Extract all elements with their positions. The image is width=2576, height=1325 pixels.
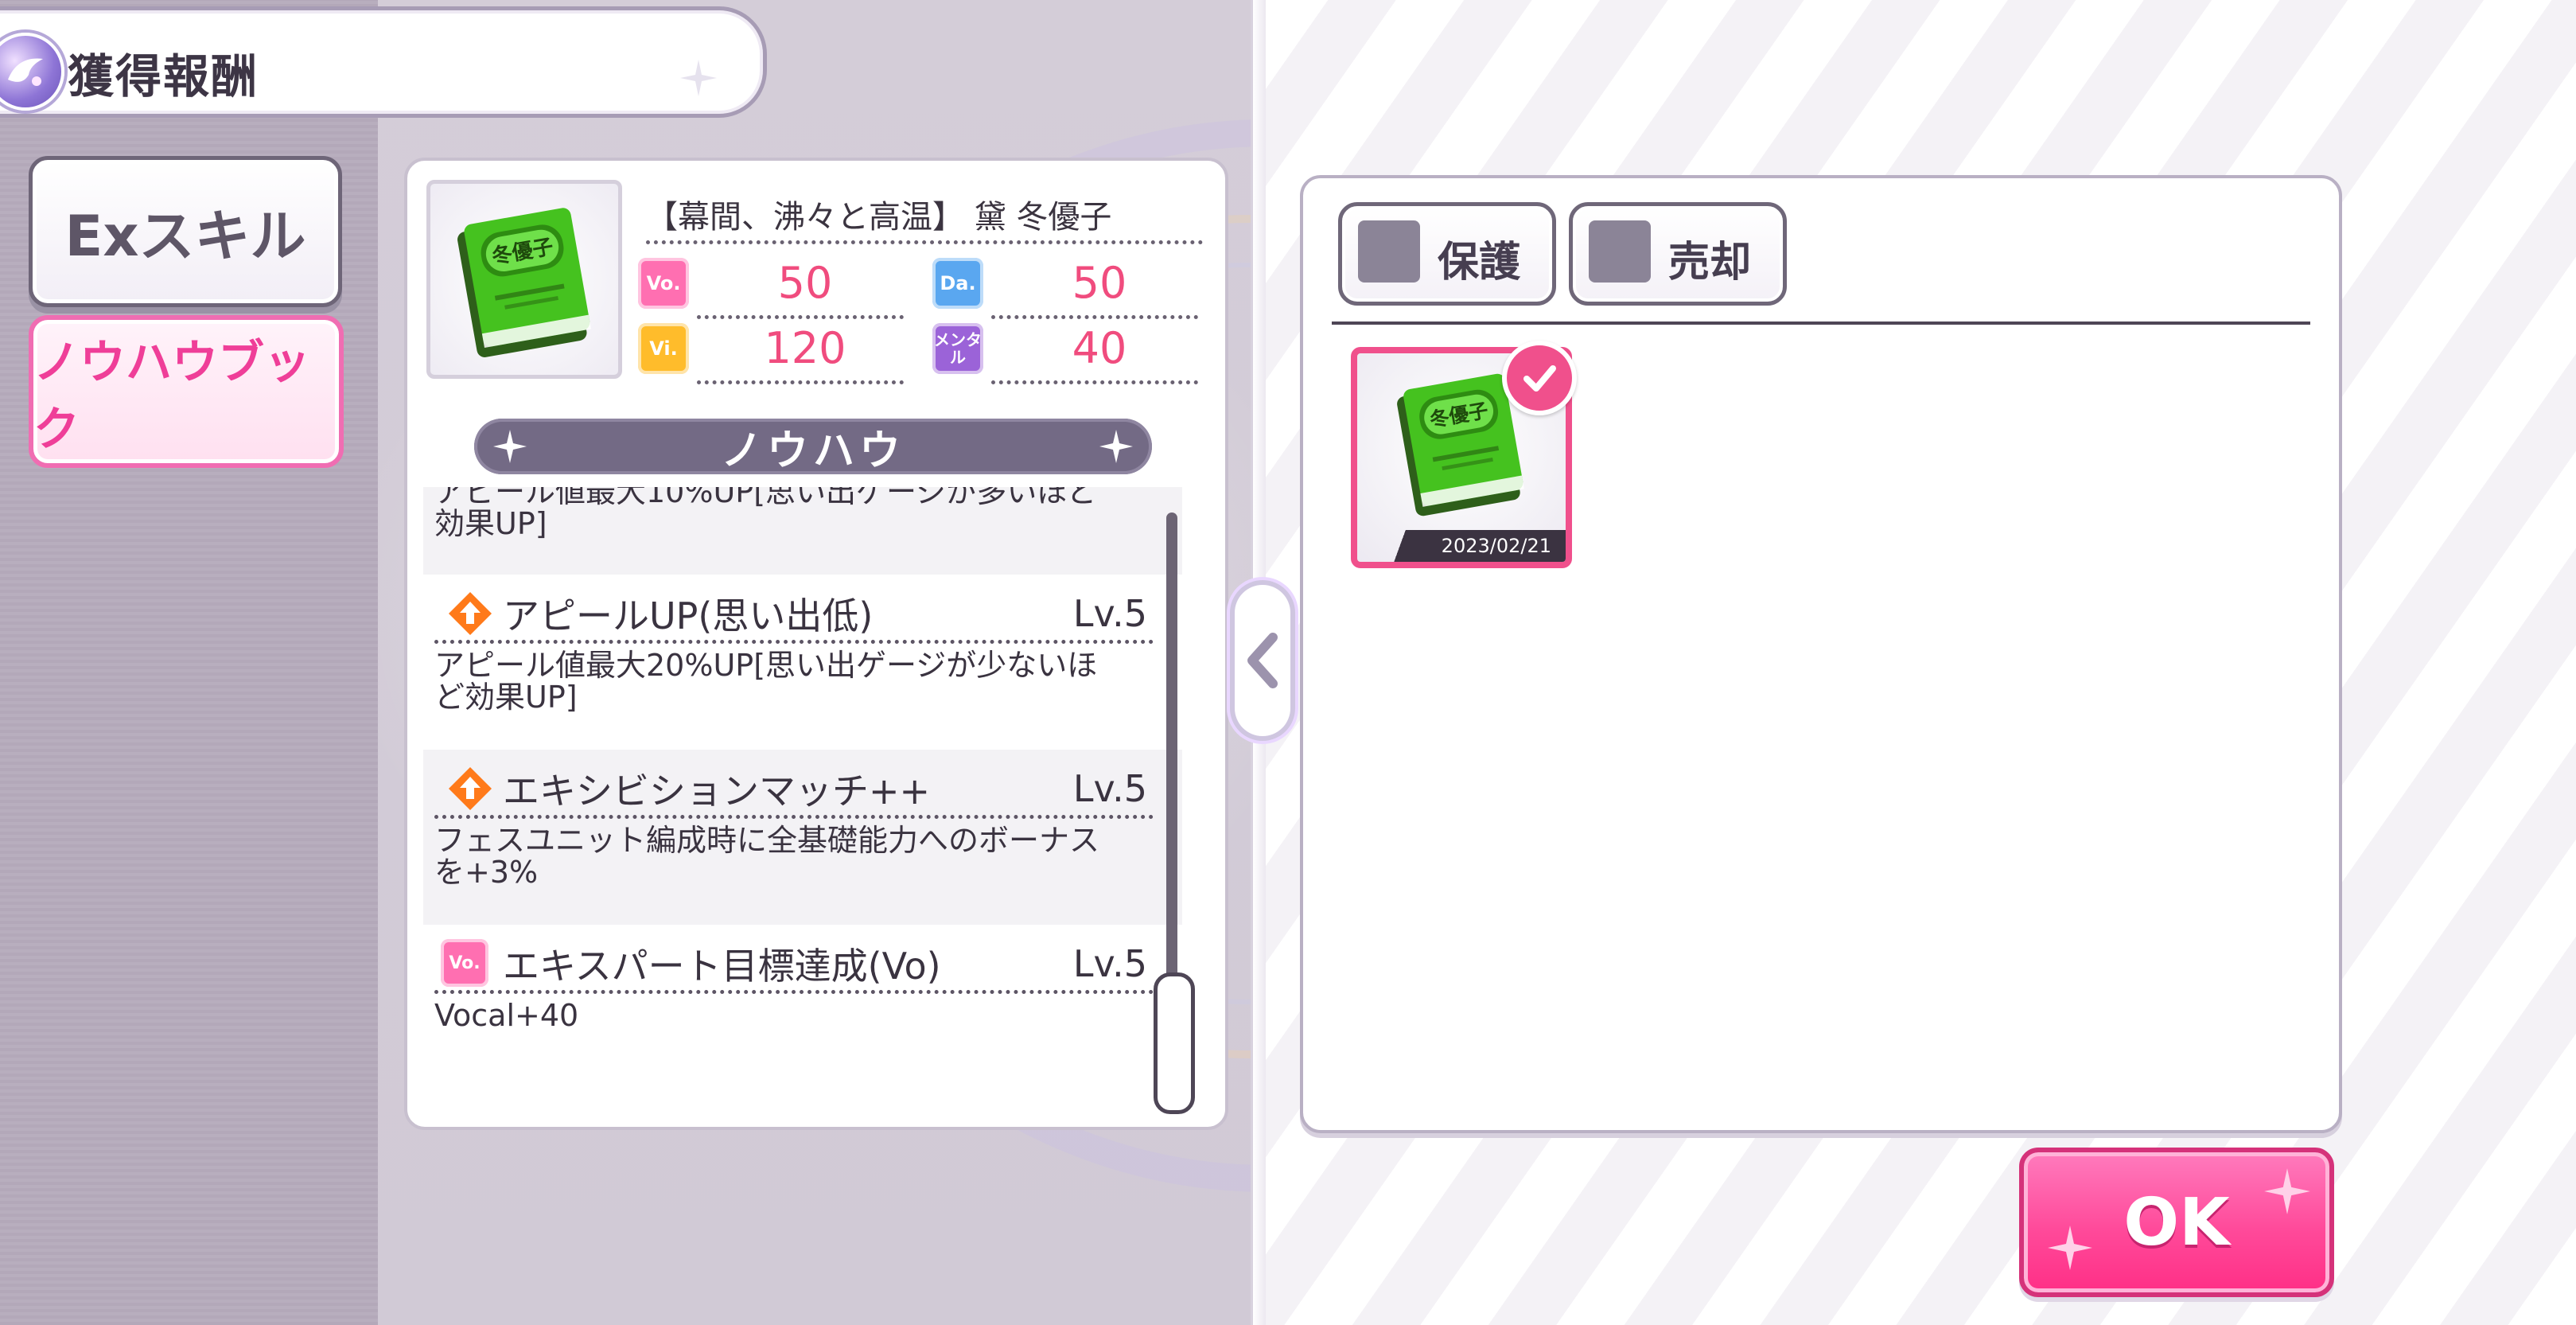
knowhow-description: フェスユニット編成時に全基礎能力へのボーナスを+3% [434,823,1100,890]
sparkle-icon [2048,1226,2092,1270]
list-item: アピール値最大10%UP[思い出ゲージが多いほど効果UP] [423,487,1182,575]
checkbox[interactable] [1589,220,1651,283]
ok-label: OK [2123,1184,2230,1261]
knowhow-level: Lv.5 [1072,767,1147,810]
detail-panel: 冬優子 【幕間、沸々と高温】 黛 冬優子 Vo. 50 Da. 50 Vi. 1… [404,158,1228,1130]
chevron-left-icon [1247,633,1278,688]
knowhow-title: エキスパート目標達成(Vo) [503,945,941,988]
reward-icon [0,33,64,111]
divider [1332,322,2310,325]
sell-toggle-button[interactable]: 売却 [1569,202,1787,306]
tab-ex-skill[interactable]: Exスキル [29,156,342,307]
vocal-badge: Vo. [638,258,689,309]
protect-toggle-button[interactable]: 保護 [1338,202,1556,306]
ok-button[interactable]: OK [2019,1148,2334,1297]
page-title: 獲得報酬 [68,49,259,103]
visual-badge: Vi. [638,323,689,374]
sell-label: 売却 [1668,239,1752,286]
knowhow-level: Lv.5 [1072,942,1147,985]
header-bar: 獲得報酬 [0,6,767,118]
card-name: 【幕間、沸々と高温】 黛 冬優子 [646,199,1112,236]
knowhow-book-thumbnail: 冬優子 [426,180,622,379]
item-date: 2023/02/21 [1357,530,1566,562]
sparkle-icon [1099,430,1133,463]
knowhow-title: アピールUP(思い出低) [503,594,874,637]
knowhow-description: アピール値最大10%UP[思い出ゲージが多いほど効果UP] [434,487,1098,541]
knowhow-list[interactable]: アピール値最大10%UP[思い出ゲージが多いほど効果UP] アピールUP(思い出… [423,487,1182,1116]
knowhow-description: Vocal+40 [434,998,579,1033]
stat-value: 120 [764,323,846,373]
selected-check-icon [1502,341,1577,415]
list-item: Vo. エキスパート目標達成(Vo) Lv.5 Vocal+40 [423,925,1182,1100]
collapse-handle[interactable] [1235,585,1290,736]
sparkle-icon [680,60,717,96]
knowhow-level: Lv.5 [1072,592,1147,635]
stat-value: 50 [777,258,833,308]
up-arrow-icon [449,767,492,810]
stat-value: 50 [1072,258,1127,308]
dance-badge: Da. [932,258,983,309]
divider [646,240,1203,244]
list-item: アピールUP(思い出低) Lv.5 アピール値最大20%UP[思い出ゲージが少な… [423,575,1182,750]
knowhow-section-header: ノウハウ [474,419,1152,475]
checkbox[interactable] [1358,220,1420,283]
sparkle-icon [493,430,527,463]
sparkle-icon [2264,1168,2310,1214]
section-title: ノウハウ [720,427,905,475]
up-arrow-icon [449,592,492,635]
item-panel: 保護 売却 冬優子 2023/02/21 [1300,175,2342,1133]
stat-vocal: Vo. 50 [638,255,909,319]
stat-value: 40 [1072,323,1127,373]
knowhow-description: アピール値最大20%UP[思い出ゲージが少ないほど効果UP] [434,648,1098,715]
stat-dance: Da. 50 [932,255,1203,319]
list-item: エキシビションマッチ++ Lv.5 フェスユニット編成時に全基礎能力へのボーナス… [423,750,1182,925]
book-icon: 冬優子 [457,208,591,357]
protect-label: 保護 [1438,239,1521,286]
knowhow-title: エキシビションマッチ++ [503,770,931,813]
stat-visual: Vi. 120 [638,320,909,384]
vocal-badge-icon: Vo. [441,939,488,987]
mental-badge: メンタル [932,323,983,374]
stat-mental: メンタル 40 [932,320,1203,384]
tab-knowhow-book[interactable]: ノウハウブック [29,315,344,468]
scrollbar-thumb[interactable] [1154,972,1195,1114]
